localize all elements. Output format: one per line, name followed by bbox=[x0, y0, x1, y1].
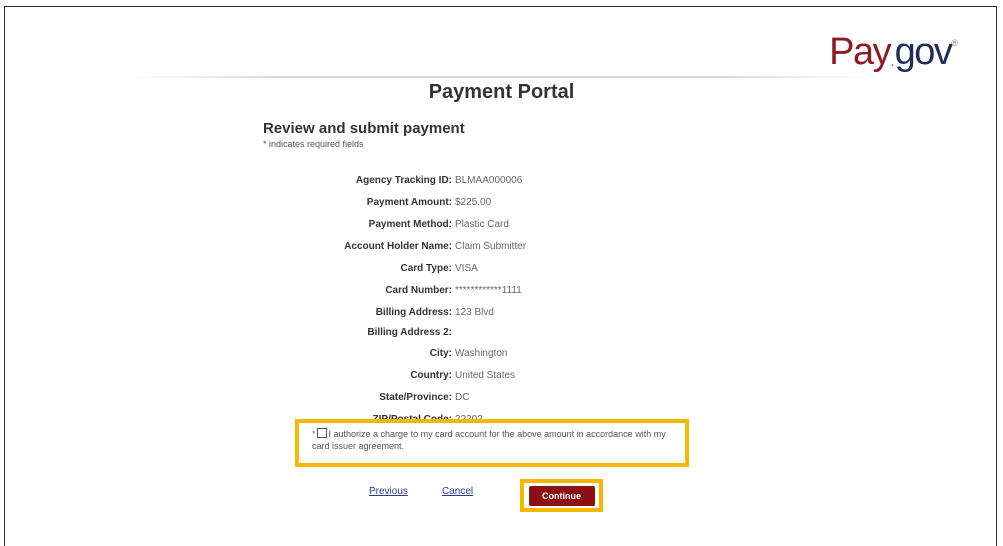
logo-trademark: ® bbox=[951, 38, 958, 48]
required-fields-note: * indicates required fields bbox=[263, 139, 364, 149]
browser-frame: Pay.gov® Payment Portal Review and submi… bbox=[4, 6, 997, 546]
field-value: United States bbox=[455, 369, 516, 381]
field-label: Agency Tracking ID: bbox=[355, 174, 452, 186]
section-title: Review and submit payment bbox=[263, 120, 465, 137]
field-label: Country: bbox=[410, 369, 452, 381]
previous-link[interactable]: Previous bbox=[369, 486, 408, 497]
field-label: Account Holder Name: bbox=[344, 240, 452, 252]
field-label: Billing Address 2: bbox=[367, 327, 452, 338]
field-row-country: Country: United States bbox=[255, 364, 655, 386]
field-row-payment-method: Payment Method: Plastic Card bbox=[255, 213, 655, 235]
field-value: Washington bbox=[455, 347, 508, 359]
field-label: State/Province: bbox=[379, 391, 452, 403]
cancel-link[interactable]: Cancel bbox=[442, 486, 473, 497]
field-row-card-number: Card Number: ************1111 bbox=[255, 279, 655, 301]
required-mark: * bbox=[312, 429, 316, 439]
field-row-city: City: Washington bbox=[255, 342, 655, 364]
field-row-billing-address: Billing Address: 123 Blvd bbox=[255, 301, 655, 323]
field-value: $225.00 bbox=[455, 196, 492, 208]
field-value: DC bbox=[455, 391, 470, 403]
continue-button[interactable]: Continue bbox=[528, 485, 595, 506]
field-label: Billing Address: bbox=[375, 306, 452, 318]
field-row-card-type: Card Type: VISA bbox=[255, 257, 655, 279]
field-value: Plastic Card bbox=[455, 218, 509, 230]
logo-gov-text: gov bbox=[894, 31, 953, 73]
field-row-payment-amount: Payment Amount: $225.00 bbox=[255, 191, 655, 213]
field-label: Card Type: bbox=[400, 262, 453, 274]
field-value: ************1111 bbox=[455, 284, 522, 296]
field-row-agency-tracking-id: Agency Tracking ID: BLMAA000006 bbox=[255, 169, 655, 191]
field-value: VISA bbox=[455, 262, 478, 274]
field-value: Claim Submitter bbox=[455, 240, 527, 252]
field-row-state-province: State/Province: DC bbox=[255, 386, 655, 408]
payment-details: Agency Tracking ID: BLMAA000006 Payment … bbox=[255, 169, 655, 430]
authorization-highlight-box: * I authorize a charge to my card account… bbox=[295, 419, 689, 467]
logo-pay-text: Pay bbox=[829, 31, 891, 73]
authorization-text: I authorize a charge to my card account … bbox=[312, 429, 666, 451]
field-row-billing-address-2: Billing Address 2: bbox=[255, 323, 655, 342]
authorize-charge-checkbox[interactable] bbox=[316, 428, 327, 438]
field-label: Payment Amount: bbox=[366, 196, 452, 208]
pay-gov-logo: Pay.gov® bbox=[829, 21, 958, 84]
field-label: Card Number: bbox=[385, 284, 452, 296]
field-label: Payment Method: bbox=[368, 218, 452, 230]
field-value: BLMAA000006 bbox=[455, 174, 523, 186]
field-label: City: bbox=[429, 347, 452, 359]
continue-highlight-box: Continue bbox=[520, 479, 603, 512]
header-divider bbox=[129, 76, 869, 78]
field-value: 123 Blvd bbox=[455, 306, 494, 318]
page-title: Payment Portal bbox=[428, 81, 575, 103]
field-row-account-holder-name: Account Holder Name: Claim Submitter bbox=[255, 235, 655, 257]
